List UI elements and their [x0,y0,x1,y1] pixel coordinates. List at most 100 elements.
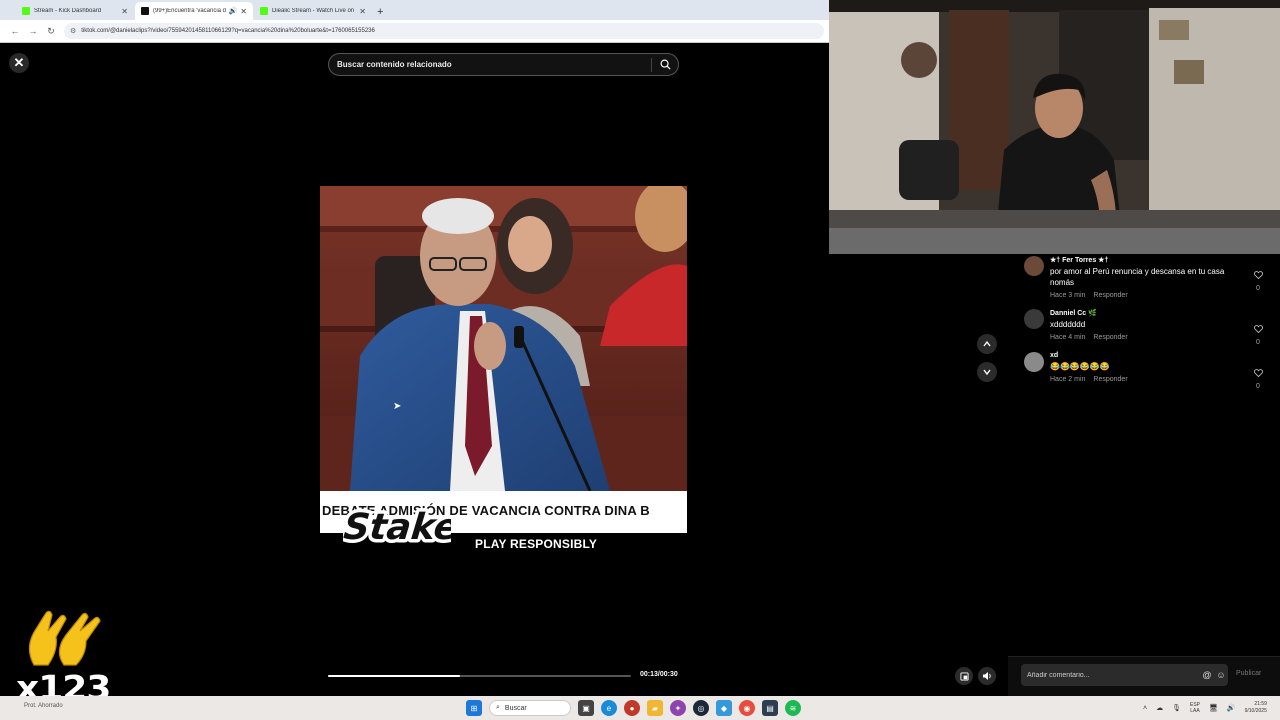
volume-icon[interactable]: 🔊 [1227,704,1236,712]
taskbar-left-text: Prot. Ahorrado [24,703,63,709]
emoji-icon[interactable]: ☺ [1214,670,1228,680]
like-count: 0 [1256,383,1260,390]
comment-time: Hace 2 min [1050,376,1086,383]
site-info-icon[interactable]: ⚙ [70,27,76,35]
comment-username[interactable]: ★† Fer Torres ★† [1050,256,1240,264]
search-input[interactable] [329,60,651,69]
clock-date: 9/10/2025 [1244,708,1267,714]
screen: Stream - Kick Dashboard ✕ (99+)Encuentra… [0,0,1280,720]
cloud-icon[interactable]: ☁ [1156,704,1163,712]
system-tray: ˄ ☁ 🎙 ESP LAA 🖥 🔊 21:59 9/10/2025 [1143,699,1267,717]
like-button[interactable]: 0 [1252,266,1264,292]
tab-kick-dashboard[interactable]: Stream - Kick Dashboard ✕ [16,2,134,20]
taskbar-apps: ⊞ ⌕ Buscar ▣ e ● ▰ ✦ ◎ ◆ ◉ ▤ ≋ [466,698,808,718]
folder-icon[interactable]: ▰ [647,700,663,716]
tab-title: (99+)Encuentra 'vacancia d [153,8,226,14]
speaker-icon [983,672,991,680]
like-count: 0 [1256,339,1260,346]
close-tab-icon[interactable]: ✕ [121,7,128,16]
speaker-icon[interactable]: 🔊 [229,7,238,15]
comment-time: Hace 3 min [1050,292,1086,299]
taskbar-search-label: Buscar [504,704,527,712]
clock-time: 21:59 [1254,701,1267,707]
progress-bar[interactable] [328,675,631,677]
comment-username[interactable]: Danniel Cc 🌿 [1050,309,1240,317]
mention-icon[interactable]: @ [1200,670,1214,680]
like-button[interactable]: 0 [1252,320,1264,346]
reply-link[interactable]: Responder [1093,334,1127,341]
progress-fill [328,675,460,677]
tab-tiktok[interactable]: (99+)Encuentra 'vacancia d 🔊 ✕ [135,2,253,20]
windows-taskbar: Prot. Ahorrado ⊞ ⌕ Buscar ▣ e ● ▰ ✦ ◎ ◆ ◉… [0,696,1280,720]
microphone-icon[interactable]: 🎙 [1172,704,1181,712]
video-frame-image [320,186,687,491]
congress-scene [320,186,687,491]
chevron-up-icon [983,340,991,347]
comment-username[interactable]: xd [1050,352,1240,359]
tab-title: Stream - Kick Dashboard [34,8,102,14]
related-search [328,53,679,76]
comment-text: 😂😂😂😂😂😂 [1050,362,1110,371]
chrome-icon[interactable]: ◉ [739,700,755,716]
lang-layout: LAA [1190,708,1200,714]
url-text: tiktok.com/@danielaclips?/video/75594201… [81,28,375,34]
game-icon[interactable]: ● [624,700,640,716]
svg-text:Stake: Stake [343,506,451,548]
comment-input[interactable] [1021,671,1200,679]
app-icon[interactable]: ◆ [716,700,732,716]
search-icon[interactable] [652,54,678,75]
spotify-icon[interactable]: ≋ [785,700,801,716]
comment-text: xddddddd [1050,320,1086,329]
chevron-up-icon[interactable]: ˄ [1143,705,1147,712]
kick-favicon-icon [260,7,268,15]
browser-tab-bar: Stream - Kick Dashboard ✕ (99+)Encuentra… [0,0,830,20]
sponsor-tagline: PLAY RESPONSIBLY [475,537,598,551]
avatar[interactable] [1024,256,1044,276]
next-video-button[interactable] [977,362,997,382]
windows-start-icon[interactable]: ⊞ [466,700,482,716]
comment-meta: Hace 2 min Responder [1050,376,1240,383]
chevron-down-icon [983,369,991,376]
publish-button[interactable]: Publicar [1236,670,1261,677]
store-icon[interactable]: ▤ [762,700,778,716]
browser-toolbar: ← → ↻ ⚙ tiktok.com/@danielaclips?/video/… [0,20,830,43]
picture-in-picture-icon [959,671,969,681]
comment-time: Hace 4 min [1050,334,1086,341]
edge-icon[interactable]: e [601,700,617,716]
network-icon[interactable]: 🖥 [1209,704,1218,712]
tab-diealic-stream[interactable]: Diealic Stream - Watch Live on ✕ [254,2,372,20]
like-button[interactable]: 0 [1252,364,1264,390]
taskbar-search[interactable]: ⌕ Buscar [489,700,571,716]
volume-button[interactable] [978,667,996,685]
plus-icon[interactable]: + [377,6,383,18]
comment-text: por amor al Perú renuncia y descansa en … [1050,267,1225,287]
reply-link[interactable]: Responder [1093,376,1127,383]
kick-favicon-icon [22,7,30,15]
language-indicator[interactable]: ESP LAA [1190,702,1200,714]
avatar[interactable] [1024,352,1044,372]
clapping-hands-icon [14,607,104,667]
like-count: 0 [1256,285,1260,292]
close-tab-icon[interactable]: ✕ [359,7,366,16]
close-icon[interactable]: ✕ [9,53,29,73]
heart-icon [1253,325,1263,334]
messenger-icon[interactable]: ✦ [670,700,686,716]
reply-link[interactable]: Responder [1093,292,1127,299]
avatar[interactable] [1024,309,1044,329]
tab-title: Diealic Stream - Watch Live on [272,8,355,14]
task-view-icon[interactable]: ▣ [578,700,594,716]
forward-arrow-icon[interactable]: → [24,26,42,36]
pip-button[interactable] [955,667,973,685]
steam-icon[interactable]: ◎ [693,700,709,716]
reload-icon[interactable]: ↻ [42,26,60,37]
mouse-cursor-icon: ➤ [393,401,402,412]
address-bar[interactable]: ⚙ tiktok.com/@danielaclips?/video/755942… [64,23,824,39]
clock[interactable]: 21:59 9/10/2025 [1245,701,1267,715]
heart-icon [1253,369,1263,378]
close-tab-icon[interactable]: ✕ [240,7,247,16]
back-arrow-icon[interactable]: ← [6,26,24,36]
search-icon: ⌕ [496,704,500,711]
previous-video-button[interactable] [977,334,997,354]
heart-icon [1253,271,1263,280]
stake-logo: Stake Stake [338,497,464,557]
